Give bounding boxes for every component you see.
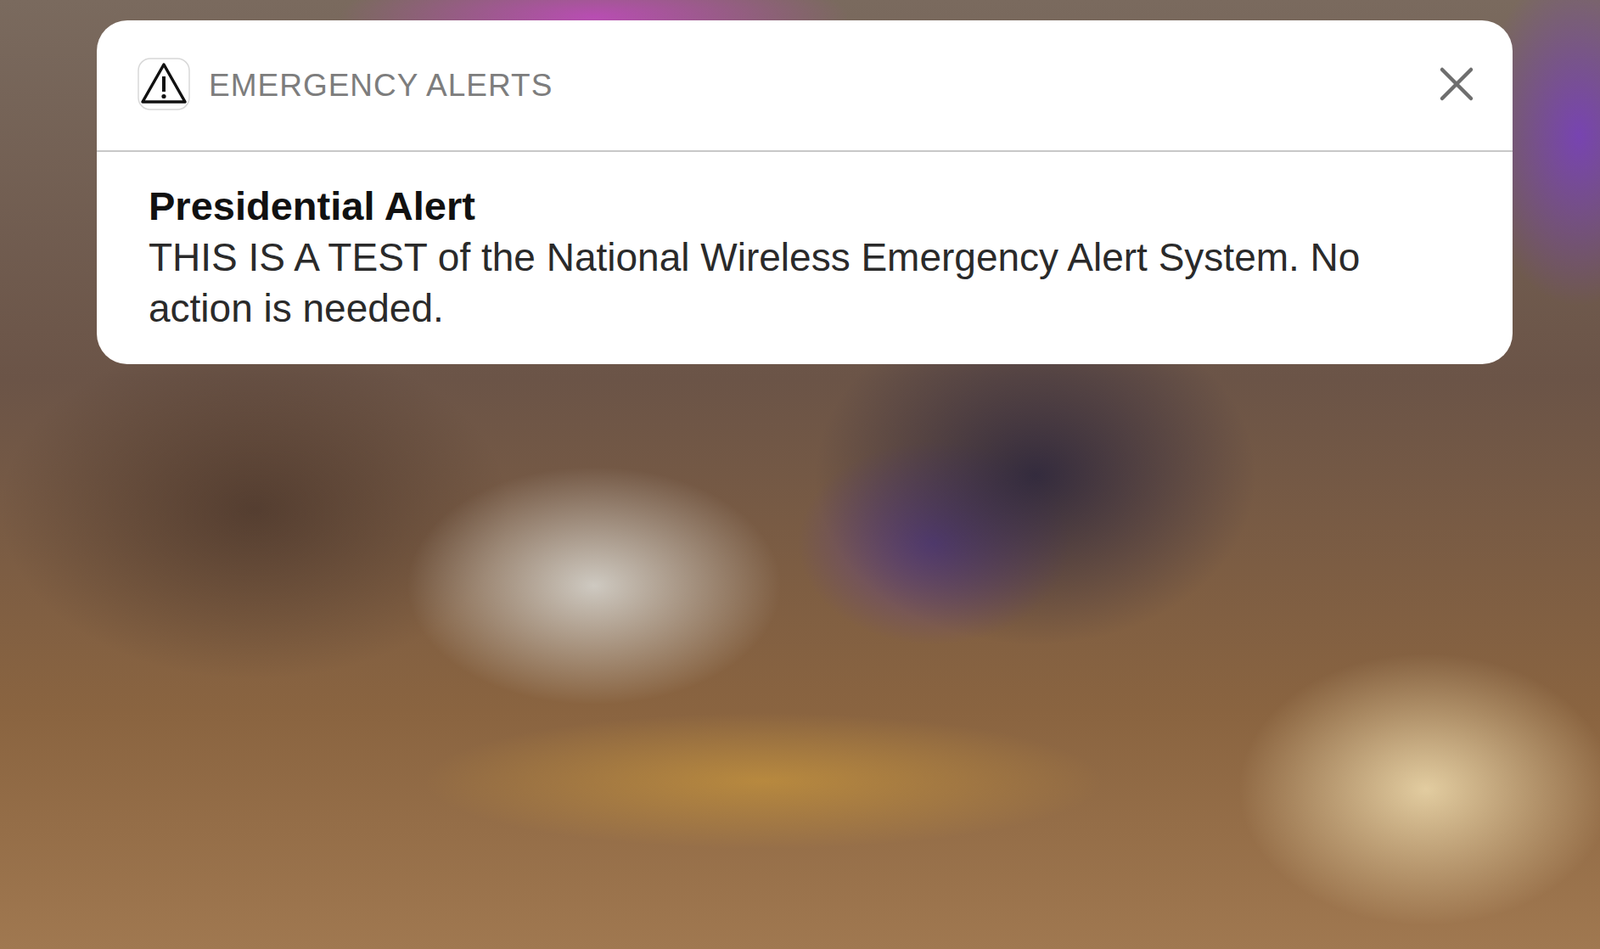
- close-icon[interactable]: [1437, 65, 1476, 107]
- app-name: EMERGENCY ALERTS: [208, 67, 1420, 104]
- notification-body: Presidential AlertTHIS IS A TEST of the …: [96, 151, 1513, 365]
- notification-header: EMERGENCY ALERTS: [96, 20, 1513, 152]
- notification-title: Presidential Alert: [148, 180, 1462, 232]
- notification-text: THIS IS A TEST of the National Wireless …: [148, 231, 1462, 334]
- notification-banner[interactable]: EMERGENCY ALERTS Presidential AlertTHIS I…: [96, 20, 1513, 365]
- warning-icon: [137, 57, 191, 114]
